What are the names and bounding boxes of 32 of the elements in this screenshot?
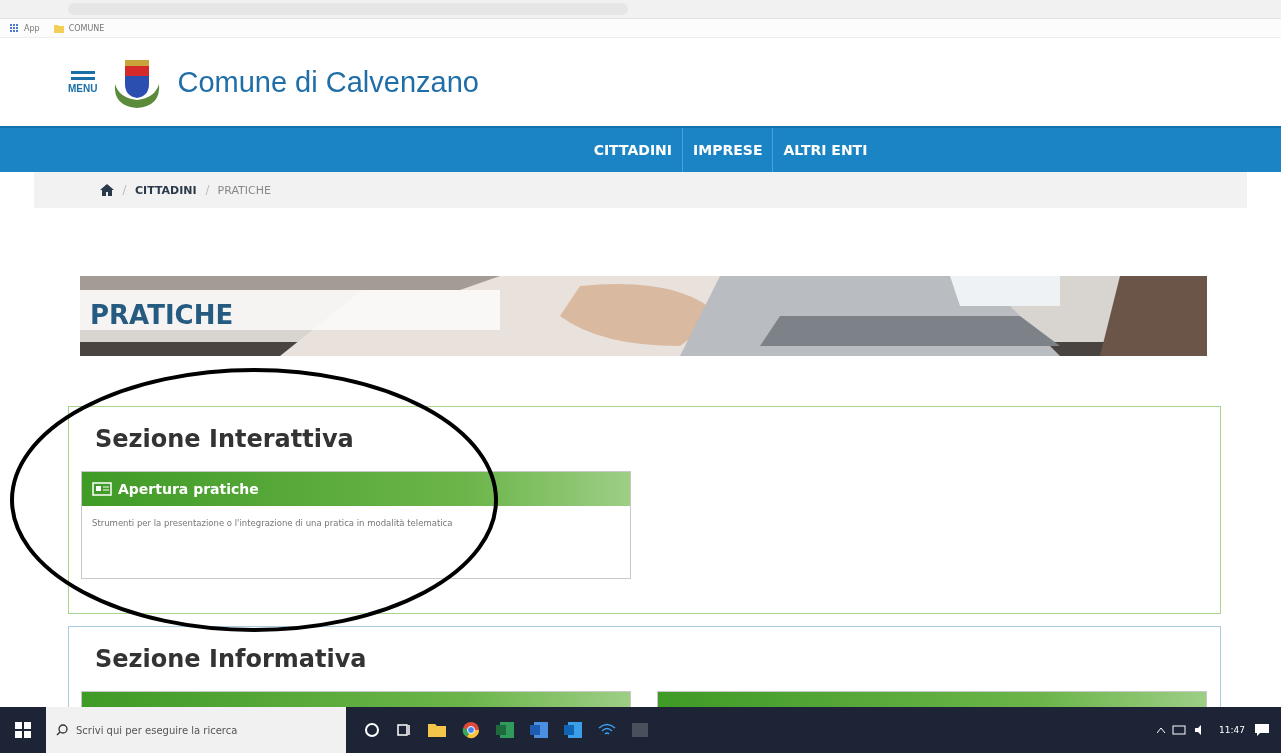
taskbar-search-field[interactable]: Scrivi qui per eseguire la ricerca bbox=[46, 707, 346, 753]
browser-icon[interactable] bbox=[462, 721, 480, 739]
menu-button[interactable]: MENU bbox=[68, 70, 98, 94]
breadcrumb-item[interactable]: CITTADINI bbox=[135, 183, 197, 197]
bookmark-label[interactable]: COMUNE bbox=[68, 23, 105, 33]
spreadsheet-app-icon[interactable] bbox=[496, 722, 514, 738]
apps-grid-icon bbox=[10, 23, 19, 33]
folder-icon[interactable] bbox=[428, 722, 446, 738]
site-title: Comune di Calvenzano bbox=[177, 65, 479, 99]
section-title: Sezione Informativa bbox=[95, 645, 368, 673]
search-icon bbox=[56, 724, 68, 736]
breadcrumb-item: PRATICHE bbox=[217, 183, 271, 197]
card-title: Apertura pratiche bbox=[118, 481, 259, 497]
task-view-icon[interactable] bbox=[396, 722, 412, 738]
home-icon[interactable] bbox=[100, 184, 114, 196]
folder-icon bbox=[53, 23, 64, 33]
notification-icon[interactable] bbox=[1255, 724, 1269, 736]
mail-app-icon[interactable] bbox=[564, 722, 582, 738]
id-card-icon bbox=[92, 482, 112, 496]
windows-logo-icon[interactable] bbox=[15, 722, 31, 738]
bookmark-label[interactable]: App bbox=[24, 23, 40, 33]
service-card[interactable]: Apertura pratiche Strumenti per la presentazione o l'integrazione di una pratica in modalità telematica bbox=[81, 471, 631, 579]
wifi-icon[interactable] bbox=[598, 723, 616, 737]
breadcrumb-separator-icon bbox=[204, 185, 210, 195]
card-description: Strumenti per la presentazione o l'integrazione di una pratica in modalità telematica bbox=[91, 517, 454, 528]
banner-title: PRATICHE bbox=[90, 300, 234, 330]
section-title: Sezione Interattiva bbox=[95, 425, 355, 453]
circle-icon[interactable] bbox=[364, 722, 380, 738]
clock[interactable]: 11:47 bbox=[1219, 725, 1245, 735]
word-processor-icon[interactable] bbox=[530, 722, 548, 738]
nav-link[interactable]: ALTRI ENTI bbox=[773, 128, 878, 172]
breadcrumb-separator-icon bbox=[122, 185, 127, 195]
